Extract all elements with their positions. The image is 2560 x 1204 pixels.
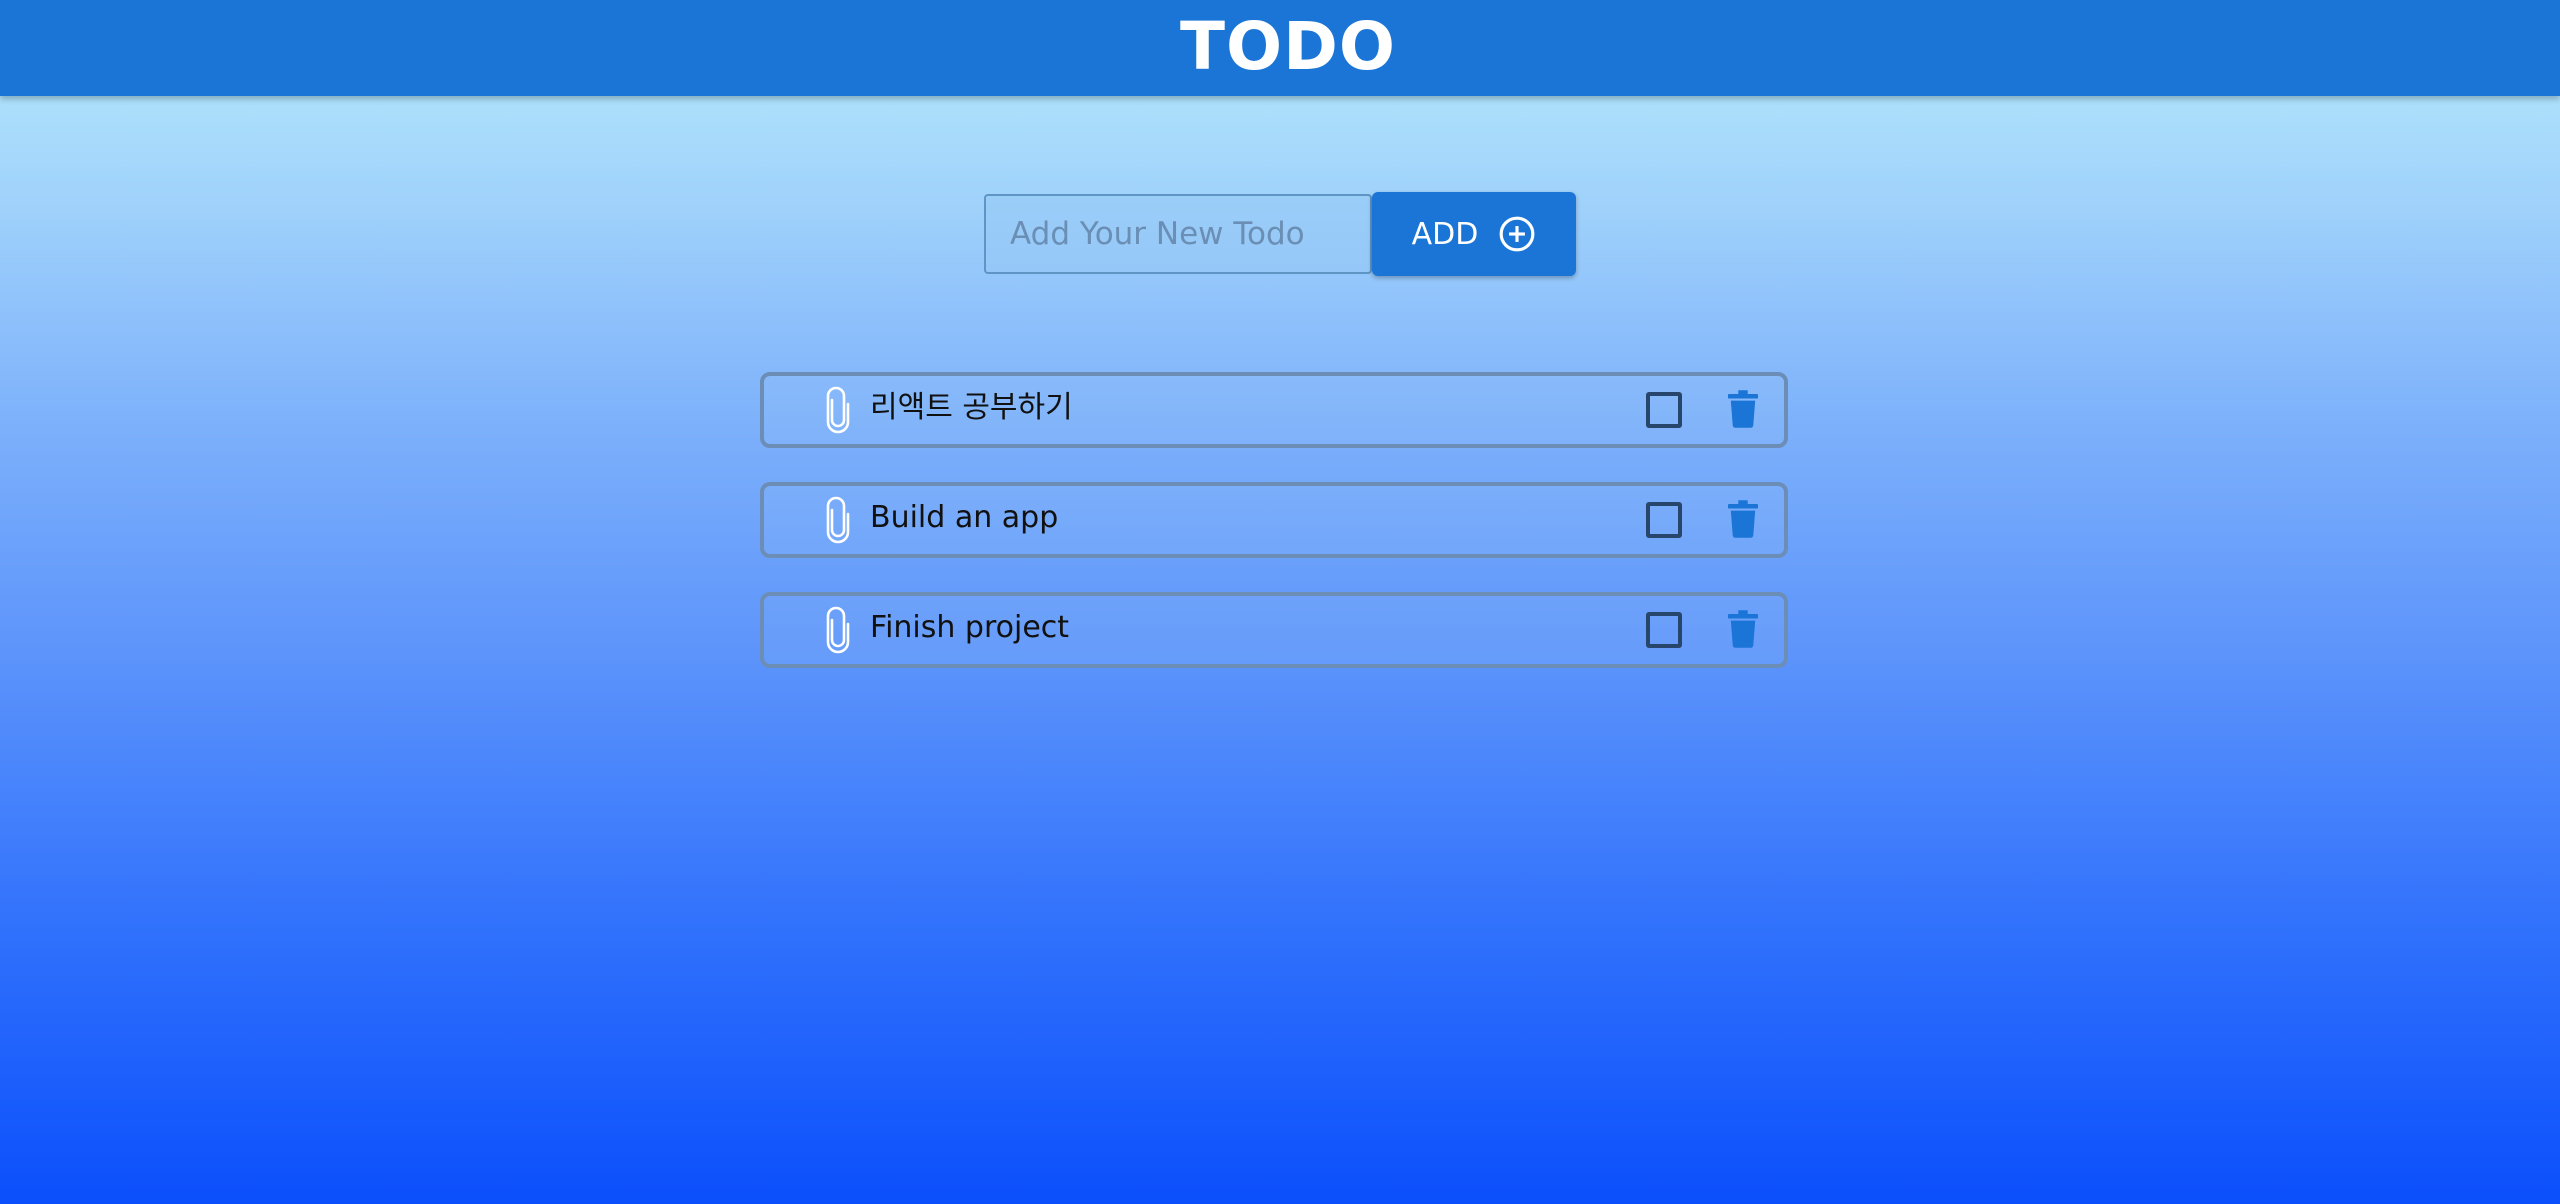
- todo-item: 리액트 공부하기: [760, 372, 1788, 448]
- todo-text: Finish project: [870, 610, 1070, 645]
- app-header: TODO: [0, 0, 2560, 96]
- trash-icon[interactable]: [1728, 610, 1758, 648]
- todo-complete-checkbox[interactable]: [1646, 612, 1682, 648]
- add-button-label: ADD: [1411, 216, 1479, 252]
- paperclip-icon: [826, 496, 850, 544]
- todo-text: Build an app: [870, 500, 1059, 535]
- page-title: TODO: [1180, 8, 1397, 85]
- todo-list: 리액트 공부하기 Build an app Finish project: [760, 372, 1788, 702]
- todo-item: Finish project: [760, 592, 1788, 668]
- todo-item: Build an app: [760, 482, 1788, 558]
- paperclip-icon: [826, 386, 850, 434]
- trash-icon[interactable]: [1728, 500, 1758, 538]
- plus-circle-icon: [1499, 216, 1535, 252]
- add-todo-button[interactable]: ADD: [1372, 192, 1576, 276]
- todo-complete-checkbox[interactable]: [1646, 392, 1682, 428]
- new-todo-input[interactable]: [984, 194, 1372, 274]
- paperclip-icon: [826, 606, 850, 654]
- todo-complete-checkbox[interactable]: [1646, 502, 1682, 538]
- todo-text: 리액트 공부하기: [870, 390, 1073, 425]
- trash-icon[interactable]: [1728, 390, 1758, 428]
